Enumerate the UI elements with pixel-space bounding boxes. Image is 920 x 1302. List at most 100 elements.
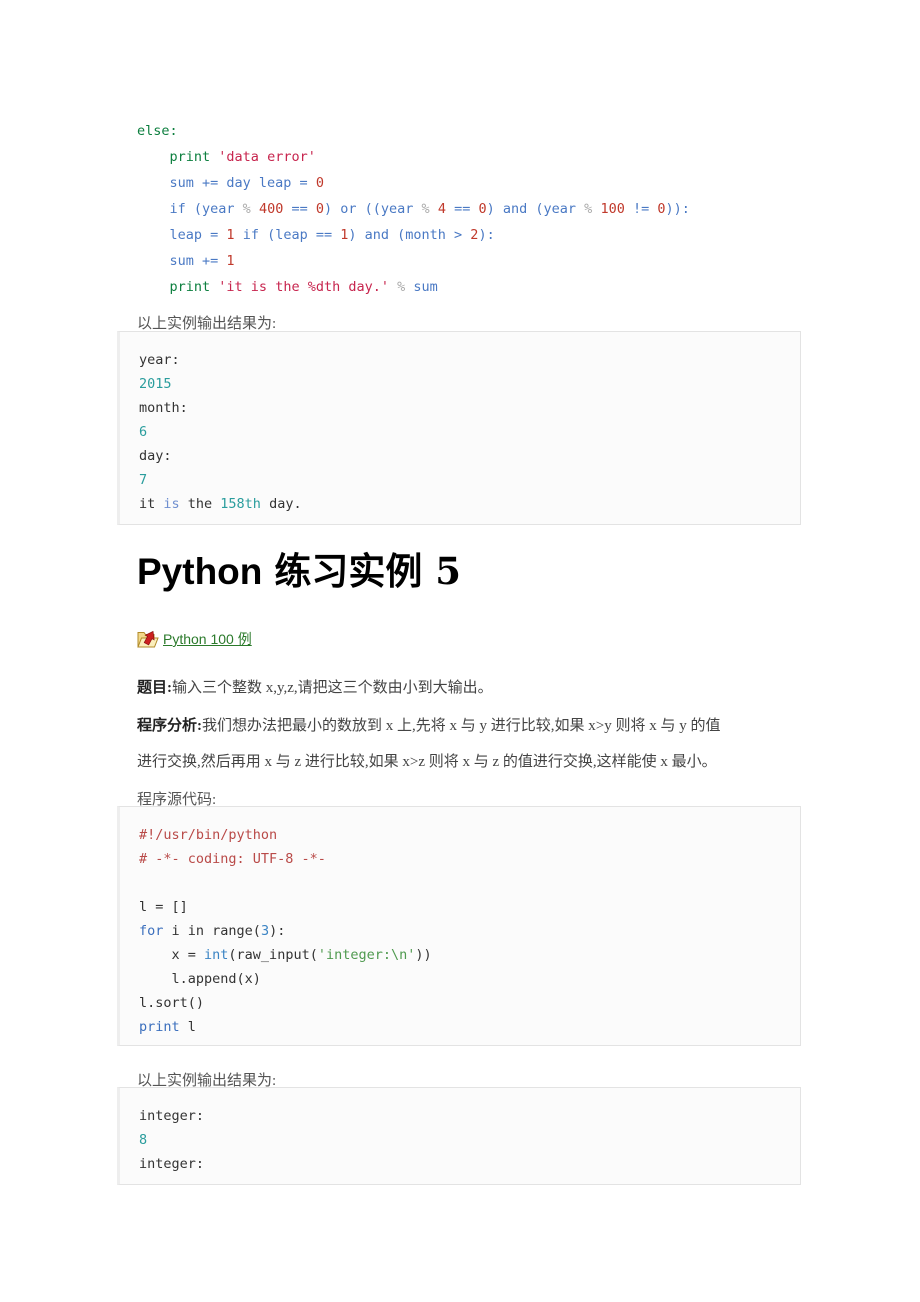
- code-line: # -*- coding: UTF-8 -*-: [139, 847, 800, 871]
- code-token: )):: [665, 201, 690, 217]
- problem-statement: 题目:输入三个整数 x,y,z,请把这三个数由小到大输出。: [137, 676, 493, 697]
- code-line: day:: [139, 444, 800, 468]
- output-box-2: integer: 8 integer:: [117, 1087, 801, 1185]
- code-line: it is the 158th day.: [139, 492, 800, 516]
- top-code-block: else: print 'data error' sum += day leap…: [137, 118, 690, 300]
- code-token: ) or ((year: [324, 201, 422, 217]
- code-token: if (leap ==: [234, 227, 341, 243]
- output-box-2-content: integer: 8 integer:: [120, 1088, 800, 1176]
- code-token: !=: [624, 201, 658, 217]
- code-line: sum += day leap = 0: [137, 170, 690, 196]
- code-token: else:: [137, 123, 178, 139]
- code-line: l = []: [139, 895, 800, 919]
- code-token: integer:: [139, 1156, 205, 1172]
- code-token: print: [169, 279, 211, 295]
- code-token: year:: [139, 352, 180, 368]
- code-line: print l: [139, 1015, 800, 1039]
- problem-text: 输入三个整数 x,y,z,请把这三个数由小到大输出。: [172, 680, 493, 696]
- analysis-line-1: 程序分析:我们想办法把最小的数放到 x 上,先将 x 与 y 进行比较,如果 x…: [137, 714, 720, 735]
- code-token: print: [139, 1019, 180, 1035]
- code-line: print 'it is the %dth day.' % sum: [137, 274, 690, 300]
- code-line: 8: [139, 1128, 800, 1152]
- code-token: l = []: [139, 899, 188, 915]
- code-token: 4: [437, 201, 446, 217]
- code-token: integer:: [139, 1108, 205, 1124]
- code-token: day.: [260, 496, 302, 512]
- code-token: #!/usr/bin/python: [139, 827, 278, 843]
- code-token: print: [169, 149, 211, 165]
- problem-label: 题目:: [137, 680, 172, 696]
- code-line: else:: [137, 118, 690, 144]
- code-token: is: [163, 496, 180, 512]
- code-token: ==: [283, 201, 316, 217]
- analysis-text-2: 进行交换,然后再用 x 与 z 进行比较,如果 x>z 则将 x 与 z 的值进…: [137, 754, 717, 770]
- python-100-link[interactable]: Python 100 例: [137, 628, 252, 650]
- code-token: l: [179, 1019, 196, 1035]
- code-line: print 'data error': [137, 144, 690, 170]
- code-token: for: [139, 923, 164, 939]
- code-token: i in range(: [163, 923, 261, 939]
- code-token: sum +=: [169, 253, 227, 269]
- code-token: ):: [269, 923, 286, 939]
- page-title: Python 练习实例 5: [137, 541, 461, 595]
- analysis-text-1: 我们想办法把最小的数放到 x 上,先将 x 与 y 进行比较,如果 x>y 则将…: [202, 718, 721, 734]
- code-line: for i in range(3):: [139, 919, 800, 943]
- code-line: sum += 1: [137, 248, 690, 274]
- code-token: month:: [139, 400, 188, 416]
- page-title-latin: Python: [137, 551, 263, 592]
- code-token: l.sort(): [139, 995, 205, 1011]
- code-token: ) and (year: [486, 201, 585, 217]
- source-code-box: #!/usr/bin/python # -*- coding: UTF-8 -*-…: [117, 806, 801, 1046]
- code-token: 1: [226, 253, 235, 269]
- code-line: leap = 1 if (leap == 1) and (month > 2):: [137, 222, 690, 248]
- code-token: 400: [258, 201, 284, 217]
- code-token: sum += day leap =: [169, 175, 316, 191]
- code-token: ):: [478, 227, 495, 243]
- code-line: l.append(x): [139, 967, 800, 991]
- code-token: 'data error': [218, 149, 316, 165]
- code-token: )): [415, 947, 432, 963]
- code-token: 158th: [220, 496, 261, 512]
- code-token: # -*- coding: UTF-8 -*-: [139, 851, 326, 867]
- code-line: year:: [139, 348, 800, 372]
- code-token: 0: [657, 201, 666, 217]
- code-token: 100: [600, 201, 625, 217]
- code-token: 3: [260, 923, 270, 939]
- code-line: l.sort(): [139, 991, 800, 1015]
- code-token: sum: [405, 279, 438, 295]
- source-code-content: #!/usr/bin/python # -*- coding: UTF-8 -*-…: [120, 807, 800, 1039]
- code-line: integer:: [139, 1152, 800, 1176]
- page-title-cn: 练习实例 5: [274, 549, 462, 593]
- folder-arrow-icon: [137, 629, 159, 649]
- code-token: it: [139, 496, 164, 512]
- code-line: 6: [139, 420, 800, 444]
- document-page: else: print 'data error' sum += day leap…: [0, 0, 920, 1302]
- code-token: 8: [139, 1132, 148, 1148]
- analysis-line-2: 进行交换,然后再用 x 与 z 进行比较,如果 x>z 则将 x 与 z 的值进…: [137, 750, 717, 771]
- code-token: ) and (month >: [348, 227, 471, 243]
- code-token: 'it is the %dth day.': [218, 279, 389, 295]
- code-token: x =: [139, 947, 205, 963]
- code-line: if (year % 400 == 0) or ((year % 4 == 0)…: [137, 196, 690, 222]
- code-token: the: [179, 496, 221, 512]
- code-token: 1: [226, 227, 235, 243]
- code-token: %: [421, 201, 430, 217]
- code-token: ==: [445, 201, 479, 217]
- code-token: (raw_input(: [228, 947, 318, 963]
- output-box-1-content: year: 2015 month: 6 day: 7 it is the 158th day…: [120, 332, 800, 516]
- output-caption-1: 以上实例输出结果为:: [137, 316, 277, 332]
- python-100-link-label[interactable]: Python 100 例: [163, 629, 252, 649]
- code-token: 6: [139, 424, 148, 440]
- code-line: 7: [139, 468, 800, 492]
- code-token: 0: [315, 201, 324, 217]
- code-token: l.append(x): [139, 971, 261, 987]
